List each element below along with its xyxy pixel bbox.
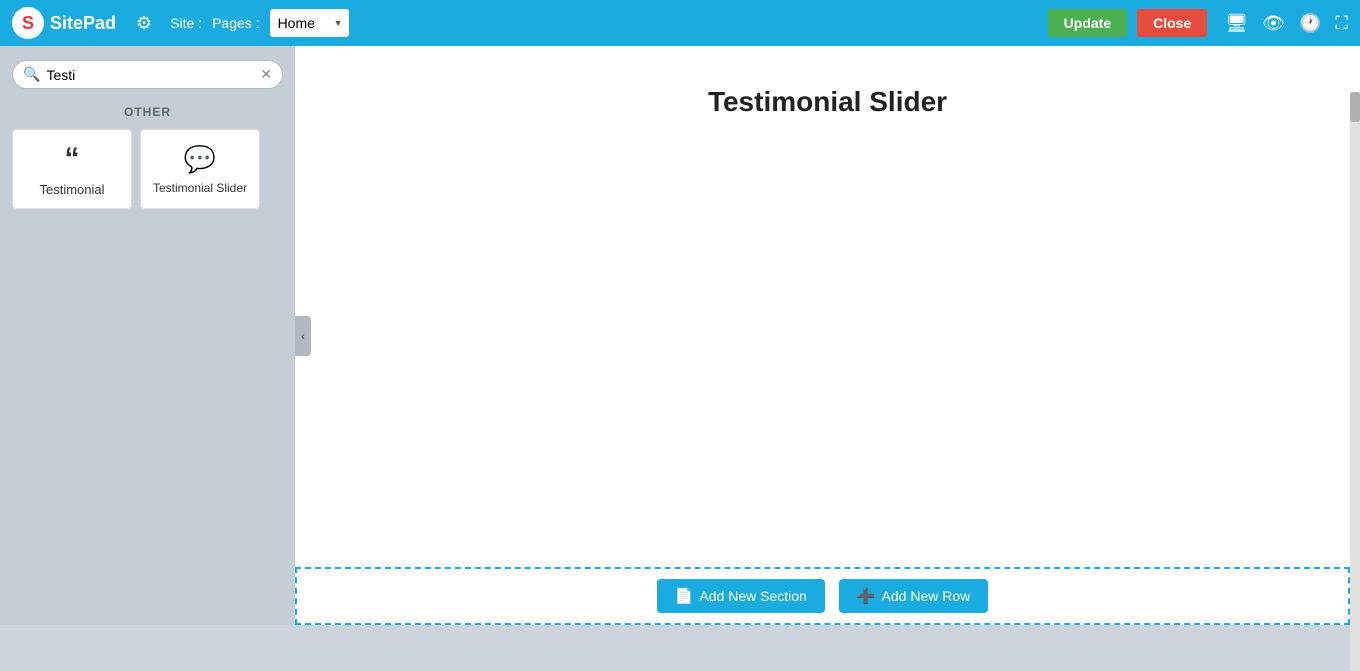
widget-testimonial-label: Testimonial [39,182,104,197]
canvas-drop-zone: 📄 Add New Section ➕ Add New Row [295,567,1350,625]
canvas-content: Testimonial Slider [295,46,1360,625]
search-clear-button[interactable]: ✕ [260,66,272,83]
brand: S SitePad [12,7,116,39]
pages-select-wrap[interactable]: Home About Contact [270,9,349,37]
add-new-row-button[interactable]: ➕ Add New Row [839,579,988,613]
quote-icon: “ [65,142,80,176]
search-box: 🔍 ✕ [12,60,283,89]
gear-icon: ⚙ [136,13,152,33]
testimonial-slider-label: Testimonial Slider [153,181,247,195]
sidebar: 🔍 ✕ OTHER “ Testimonial 💬 Testimonial Sl… [0,46,295,625]
chat-bubble-icon: 💬 [184,144,216,175]
collapse-icon: ‹ [301,329,305,343]
widget-testimonial-slider[interactable]: 💬 Testimonial Slider [140,129,260,209]
widgets-grid: “ Testimonial 💬 Testimonial Slider [12,129,283,209]
search-input[interactable] [46,67,260,83]
main-layout: 🔍 ✕ OTHER “ Testimonial 💬 Testimonial Sl… [0,46,1360,625]
history-icon[interactable]: 🕐 [1299,13,1321,34]
add-section-icon: 📄 [675,587,694,605]
pages-select[interactable]: Home About Contact [270,9,349,37]
close-button[interactable]: Close [1137,9,1207,37]
canvas-area: Testimonial Slider 📄 Add New Section ➕ A… [295,46,1360,625]
add-row-label: Add New Row [882,588,971,604]
sitemap-icon[interactable]: ⛶ [1335,13,1348,34]
brand-logo-letter: S [22,13,34,34]
canvas-title: Testimonial Slider [708,86,947,118]
pages-label: Pages : [212,15,259,31]
desktop-icon[interactable]: 🖥 [1225,13,1248,34]
topbar: S SitePad ⚙ Site : Pages : Home About Co… [0,0,1360,46]
add-new-section-button[interactable]: 📄 Add New Section [657,579,825,613]
widget-testimonial[interactable]: “ Testimonial [12,129,132,209]
other-section-label: OTHER [12,105,283,119]
gear-button[interactable]: ⚙ [136,13,152,34]
brand-logo: S [12,7,44,39]
add-row-icon: ➕ [857,587,876,605]
scrollbar-thumb[interactable] [1350,92,1360,122]
site-label: Site : [170,15,202,31]
scrollbar-right[interactable] [1350,92,1360,671]
brand-name: SitePad [50,13,116,34]
eye-icon[interactable]: 👁 [1262,13,1285,34]
sidebar-collapse-toggle[interactable]: ‹ [295,316,311,356]
update-button[interactable]: Update [1048,9,1127,37]
topbar-icons: 🖥 👁 🕐 ⛶ [1225,13,1348,34]
add-section-label: Add New Section [699,588,806,604]
search-icon: 🔍 [23,66,40,83]
